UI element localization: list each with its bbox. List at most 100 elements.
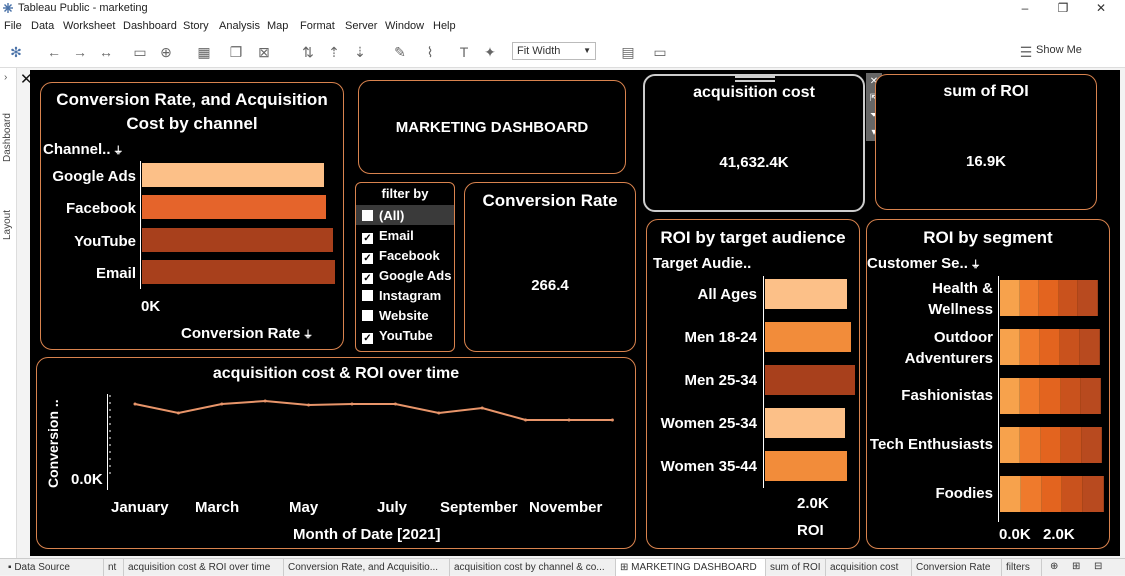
menu-help[interactable]: Help xyxy=(433,20,456,32)
drag-handle[interactable] xyxy=(735,76,775,82)
segment-bar[interactable] xyxy=(1000,476,1104,512)
segment-bar[interactable] xyxy=(1000,329,1100,365)
filter-item-facebook[interactable]: ✓ Facebook xyxy=(362,248,440,264)
sheet-tab[interactable]: Conversion Rate, and Acquisitio... xyxy=(284,559,450,576)
kpi-title: sum of ROI xyxy=(943,83,1029,100)
x-tick-label: 0.0K xyxy=(999,526,1031,543)
sheet-tab[interactable]: acquisition cost by channel & co... xyxy=(450,559,616,576)
segment-bar-part xyxy=(1081,427,1103,463)
sheet-tab[interactable]: sum of ROI xyxy=(766,559,826,576)
sheet-tab[interactable]: Conversion Rate xyxy=(912,559,1002,576)
add-datasource-icon[interactable]: ⊕ xyxy=(158,44,174,60)
window-title: Tableau Public - marketing xyxy=(18,2,148,14)
bar-women-35-44[interactable] xyxy=(765,451,847,481)
filter-item-youtube[interactable]: ✓ YouTube xyxy=(362,328,433,344)
tab-data-source[interactable]: ▪ Data Source xyxy=(4,559,104,576)
group-icon[interactable]: ⌇ xyxy=(422,44,438,60)
menu-dashboard[interactable]: Dashboard xyxy=(123,20,177,32)
bar-men-18-24[interactable] xyxy=(765,322,851,352)
sort-icon[interactable]: ⏚ xyxy=(968,260,981,271)
save-icon[interactable]: ▭ xyxy=(132,44,148,60)
bar-men-25-34[interactable] xyxy=(765,365,855,395)
sort-icon[interactable]: ⏚ xyxy=(111,146,123,157)
tab-dashboard[interactable]: Dashboard xyxy=(2,113,13,162)
segment-bar-part xyxy=(1000,476,1021,512)
chevron-right-icon[interactable]: › xyxy=(4,72,7,83)
close-icon[interactable]: ✕ xyxy=(1086,0,1116,18)
sheet-tab[interactable]: acquisition cost xyxy=(826,559,912,576)
new-dashboard-icon[interactable]: ⊟ xyxy=(1094,561,1102,572)
segment-bar-part xyxy=(1020,427,1041,463)
pin-icon[interactable]: ✦ xyxy=(482,44,498,60)
y-axis-line xyxy=(998,276,999,522)
new-datasource-icon[interactable]: ⊕ xyxy=(1050,561,1058,572)
show-cards-icon[interactable]: ▤ xyxy=(620,44,636,60)
menu-file[interactable]: File xyxy=(4,20,22,32)
sort-icon[interactable]: ⏚ xyxy=(300,330,313,341)
menu-map[interactable]: Map xyxy=(267,20,288,32)
menu-worksheet[interactable]: Worksheet xyxy=(63,20,115,32)
dashboard-title-panel: MARKETING DASHBOARD xyxy=(358,80,626,174)
tableau-home-icon[interactable]: ✻ xyxy=(8,44,24,60)
redo-icon[interactable]: → xyxy=(72,44,88,60)
x-axis-label: Conversion Rate ⏚ xyxy=(181,325,313,342)
menu-data[interactable]: Data xyxy=(31,20,54,32)
clear-sheet-icon[interactable]: ⊠ xyxy=(256,44,272,60)
sum-roi-panel[interactable]: sum of ROI 16.9K xyxy=(875,74,1097,210)
roi-by-target-panel[interactable]: ROI by target audience Target Audie.. Al… xyxy=(646,219,860,549)
show-me-icon[interactable]: ☰ xyxy=(1018,44,1034,60)
sheet-tab[interactable]: nt xyxy=(104,559,124,576)
over-time-panel[interactable]: acquisition cost & ROI over time Convers… xyxy=(36,357,636,549)
fit-width-select[interactable]: Fit Width ▼ xyxy=(512,42,596,60)
bar-women-25-34[interactable] xyxy=(765,408,845,438)
row-header: Channel.. ⏚ xyxy=(43,141,124,158)
highlight-icon[interactable]: ✎ xyxy=(392,44,408,60)
new-worksheet-icon[interactable]: ⊞ xyxy=(1072,561,1080,572)
segment-bar[interactable] xyxy=(1000,280,1098,316)
category-label: Foodies xyxy=(935,485,993,502)
sheet-tab-active[interactable]: ⊞ MARKETING DASHBOARD xyxy=(616,559,766,576)
sort-desc-icon[interactable]: ⇣ xyxy=(352,44,368,60)
x-tick-label: September xyxy=(440,499,518,516)
filter-item-google-ads[interactable]: ✓ Google Ads xyxy=(362,268,451,284)
show-me-button[interactable]: Show Me xyxy=(1036,44,1082,56)
segment-bar-part xyxy=(1020,378,1041,414)
menu-server[interactable]: Server xyxy=(345,20,377,32)
bar-email[interactable] xyxy=(142,260,335,284)
maximize-icon[interactable]: ❐ xyxy=(1048,0,1078,18)
conversion-rate-panel[interactable]: Conversion Rate 266.4 xyxy=(464,182,636,352)
undo-icon[interactable]: ← xyxy=(46,44,62,60)
menu-story[interactable]: Story xyxy=(183,20,209,32)
segment-bar[interactable] xyxy=(1000,378,1102,414)
tableau-logo-icon xyxy=(2,2,14,14)
segment-bar-part xyxy=(1020,329,1040,365)
duplicate-icon[interactable]: ❐ xyxy=(228,44,244,60)
menu-window[interactable]: Window xyxy=(385,20,424,32)
filter-item-email[interactable]: ✓ Email xyxy=(362,228,414,244)
segment-bar[interactable] xyxy=(1000,427,1103,463)
replay-icon[interactable]: ↔ xyxy=(98,44,114,60)
menu-format[interactable]: Format xyxy=(300,20,335,32)
presentation-icon[interactable]: ▭ xyxy=(652,44,668,60)
new-worksheet-icon[interactable]: ▦ xyxy=(196,44,212,60)
filter-item-instagram[interactable]: Instagram xyxy=(362,288,441,303)
bar-facebook[interactable] xyxy=(142,195,326,219)
sheet-tab[interactable]: filters xyxy=(1002,559,1042,576)
bar-all-ages[interactable] xyxy=(765,279,847,309)
sheet-tab[interactable]: acquisition cost & ROI over time xyxy=(124,559,284,576)
minimize-icon[interactable]: – xyxy=(1010,0,1040,18)
segment-bar-part xyxy=(1000,280,1020,316)
roi-by-segment-panel[interactable]: ROI by segment Customer Se.. ⏚ Health & W… xyxy=(866,219,1110,549)
acquisition-cost-panel[interactable]: acquisition cost 41,632.4K xyxy=(643,74,865,212)
line-point xyxy=(220,402,224,406)
tab-layout[interactable]: Layout xyxy=(2,210,13,240)
conversion-by-channel-panel[interactable]: Conversion Rate, and Acquisition Cost by… xyxy=(40,82,344,350)
filter-item-website[interactable]: Website xyxy=(362,308,429,323)
menu-analysis[interactable]: Analysis xyxy=(219,20,260,32)
sort-asc-icon[interactable]: ⇡ xyxy=(326,44,342,60)
bar-google-ads[interactable] xyxy=(142,163,324,187)
swap-icon[interactable]: ⇅ xyxy=(300,44,316,60)
bar-youtube[interactable] xyxy=(142,228,333,252)
filter-item-all[interactable]: (All) xyxy=(362,208,404,223)
labels-icon[interactable]: T xyxy=(456,44,472,60)
